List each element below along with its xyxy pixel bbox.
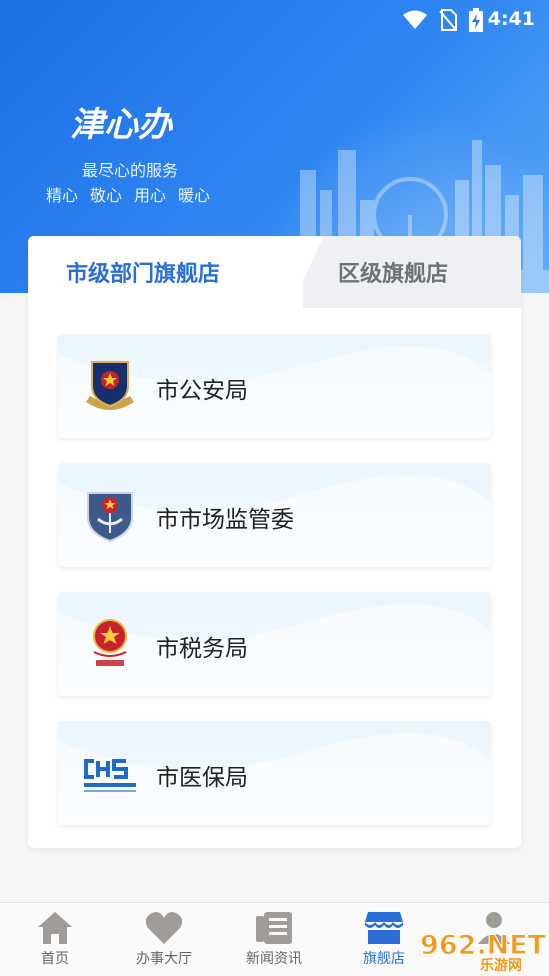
wifi-icon [403,10,427,29]
app-logo: 津心办 [70,105,174,145]
slogan-item: 暖心 [178,186,211,205]
store-name: 市医保局 [156,765,248,791]
tab-slant-decoration [290,236,324,308]
svg-text:962.NET: 962.NET [420,930,547,961]
store-item-market-supervision[interactable]: 市市场监管委 [58,463,491,567]
nav-label: 首页 [41,951,69,967]
nav-service-hall[interactable]: 办事大厅 [114,903,214,976]
home-icon [38,912,72,944]
nav-label: 新闻资讯 [246,951,302,967]
flagship-store-card: 市级部门旗舰店 区级旗舰店 市公安局 市市场监管委 市税务局 市医保局 [28,236,521,848]
battery-charging-icon [469,8,483,32]
tax-emblem-icon [93,619,127,666]
nav-label: 办事大厅 [136,951,192,967]
no-sim-icon [439,9,457,31]
slogan-items: 精心 敬心 用心 暖心 [46,182,210,206]
status-time: 4:41 [487,8,535,30]
market-supervision-emblem-icon [87,492,133,543]
police-emblem-icon [86,361,134,410]
watermark-logo: 962.NET 乐游网 [420,930,548,975]
slogan-item: 精心 [46,186,79,205]
store-item-medical-insurance[interactable]: 市医保局 [58,721,491,825]
store-item-police[interactable]: 市公安局 [58,334,491,438]
nav-home[interactable]: 首页 [5,903,105,976]
nav-news[interactable]: 新闻资讯 [224,903,324,976]
store-name: 市公安局 [156,378,248,404]
store-list: 市公安局 市市场监管委 市税务局 市医保局 [58,334,491,848]
slogan-text: 最尽心的服务 [82,161,179,180]
tab-city-departments[interactable]: 市级部门旗舰店 [28,236,303,308]
tab-bar: 市级部门旗舰店 区级旗舰店 [28,236,521,308]
chs-logo-icon [84,759,136,792]
heart-icon [145,912,183,944]
store-icon [365,912,403,944]
store-item-tax[interactable]: 市税务局 [58,592,491,696]
nav-label: 旗舰店 [363,951,405,967]
news-icon [256,912,292,944]
store-name: 市市场监管委 [156,507,294,533]
slogan-item: 用心 [134,186,167,205]
status-bar: 4:41 [0,0,549,38]
tab-district[interactable]: 区级旗舰店 [328,236,521,308]
svg-text:津心办: 津心办 [70,105,174,145]
svg-text:乐游网: 乐游网 [480,957,522,974]
store-name: 市税务局 [156,636,248,662]
slogan-item: 敬心 [90,186,123,205]
